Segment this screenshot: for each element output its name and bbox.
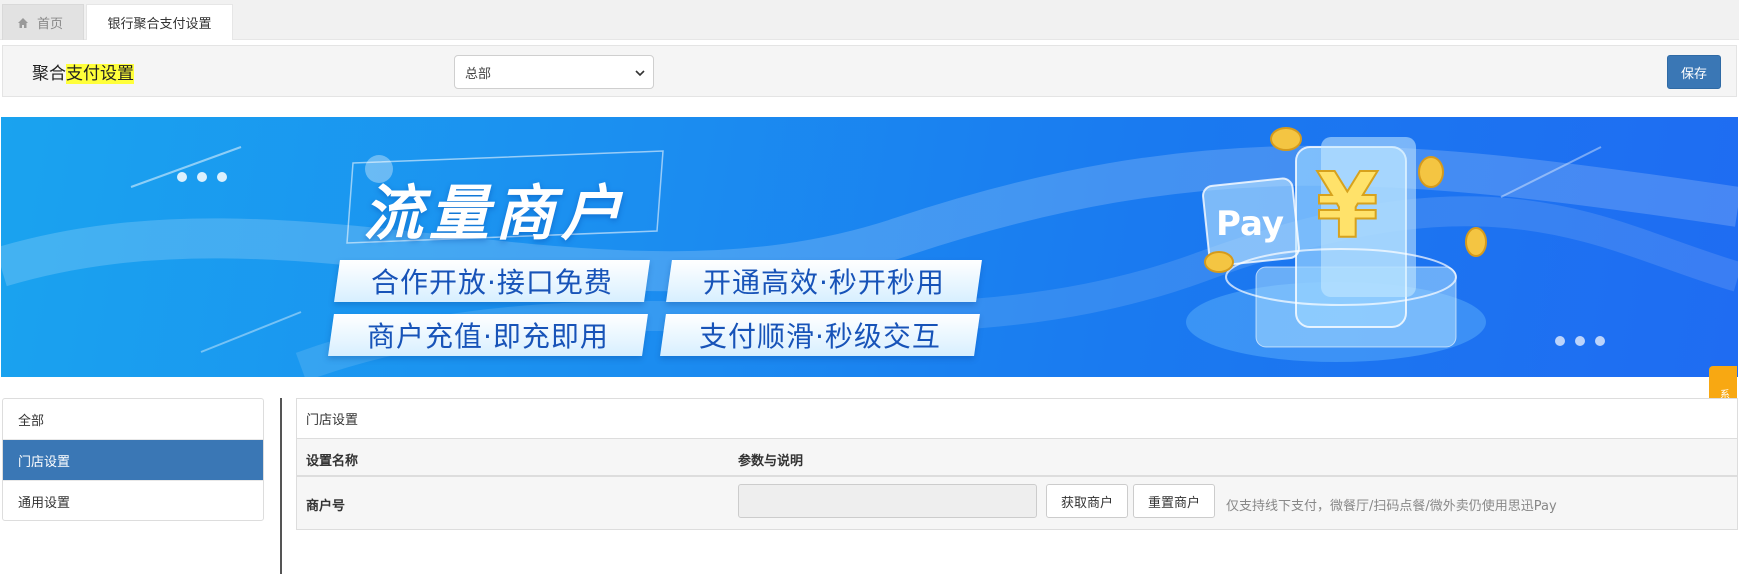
coin-icon	[1465, 227, 1487, 257]
title-prefix: 聚合	[32, 64, 66, 84]
fetch-merchant-button[interactable]: 获取商户	[1046, 484, 1128, 518]
dot-icon	[1555, 336, 1565, 346]
promo-banner[interactable]: ¥ Pay 流量商户 合作开放·接口免费 开通高效·秒开秒用 商户充值·即充即用…	[1, 117, 1738, 377]
table-header: 设置名称 参数与说明	[297, 439, 1737, 477]
settings-header: 聚合支付设置 总部 保存	[2, 45, 1737, 97]
divider	[280, 398, 282, 574]
banner-title: 流量商户	[363, 179, 627, 249]
dot-icon	[1595, 336, 1605, 346]
pay-text: Pay	[1216, 204, 1284, 244]
chevron-down-icon	[635, 67, 645, 77]
banner-pill: 合作开放·接口免费	[334, 260, 650, 302]
coin-icon	[1270, 127, 1302, 151]
title-highlight: 支付设置	[66, 64, 134, 84]
tab-bar: 首页 银行聚合支付设置	[0, 0, 1739, 40]
home-icon	[17, 17, 29, 29]
panel-title: 门店设置	[297, 399, 1737, 439]
banner-pill: 开通高效·秒开秒用	[666, 260, 982, 302]
banner-pill-text: 开通高效·秒开秒用	[703, 266, 945, 299]
settings-menu: 全部 门店设置 通用设置	[2, 398, 264, 521]
page-title: 聚合支付设置	[32, 59, 134, 84]
merchant-hint: 仅支持线下支付，微餐厅/扫码点餐/微外卖仍使用思迅Pay	[1226, 499, 1557, 514]
col-param: 参数与说明	[738, 454, 804, 469]
dot-icon	[1575, 336, 1585, 346]
banner-pill-text: 商户充值·即充即用	[367, 320, 609, 353]
tab-active-label: 银行聚合支付设置	[107, 17, 212, 32]
tab-bank-payment-settings[interactable]: 银行聚合支付设置	[86, 4, 233, 40]
banner-pill-text: 合作开放·接口免费	[371, 266, 613, 299]
tab-home[interactable]: 首页	[2, 4, 84, 40]
dot-icon	[177, 172, 187, 182]
menu-item-all[interactable]: 全部	[3, 399, 263, 440]
menu-item-general-settings[interactable]: 通用设置	[3, 481, 263, 522]
yuan-icon: ¥	[1316, 154, 1379, 259]
save-button[interactable]: 保存	[1667, 55, 1721, 89]
merchant-id-label: 商户号	[306, 499, 346, 514]
banner-pill-text: 支付顺滑·秒级交互	[699, 320, 941, 353]
merchant-id-input[interactable]	[738, 484, 1037, 518]
dot-icon	[217, 172, 227, 182]
branch-select[interactable]: 总部	[454, 55, 654, 89]
coin-icon	[1418, 156, 1444, 188]
branch-select-value: 总部	[465, 66, 492, 82]
menu-item-store-settings[interactable]: 门店设置	[3, 440, 263, 481]
dot-icon	[197, 172, 207, 182]
banner-pill: 商户充值·即充即用	[328, 314, 648, 356]
reset-merchant-button[interactable]: 重置商户	[1133, 484, 1215, 518]
store-settings-panel: 门店设置 设置名称 参数与说明 商户号 获取商户 重置商户 仅支持线下支付，微餐…	[296, 398, 1738, 530]
banner-pill: 支付顺滑·秒级交互	[660, 314, 980, 356]
coin-icon	[1204, 251, 1234, 273]
tab-home-label: 首页	[37, 17, 64, 32]
col-setting-name: 设置名称	[306, 454, 359, 469]
table-row: 商户号 获取商户 重置商户 仅支持线下支付，微餐厅/扫码点餐/微外卖仍使用思迅P…	[297, 477, 1737, 529]
